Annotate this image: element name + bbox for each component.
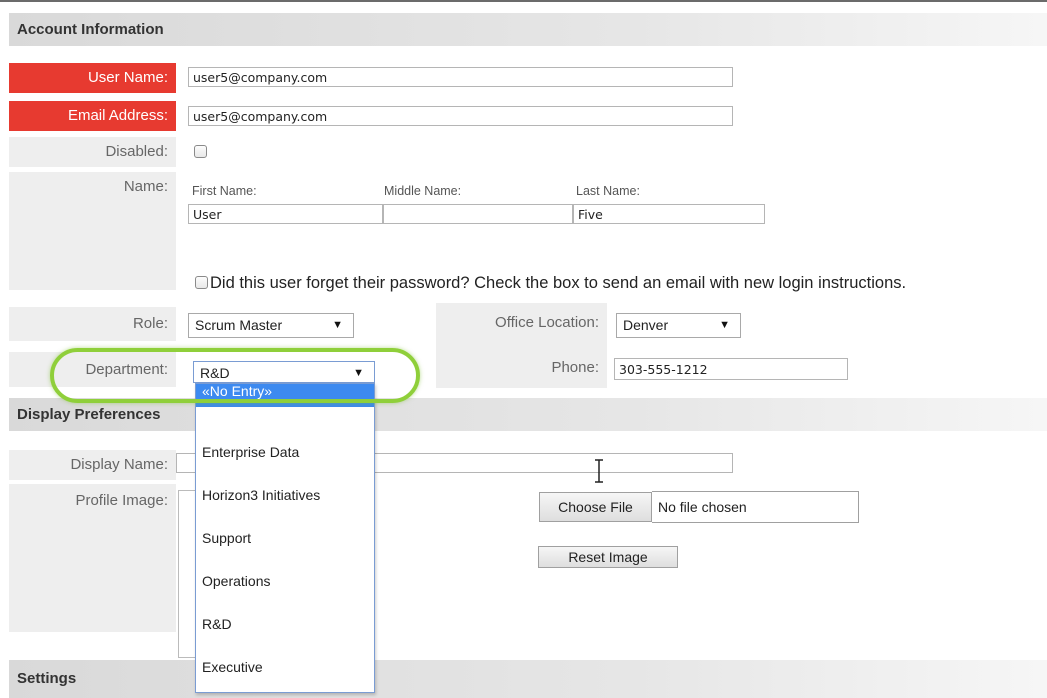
label-display-name: Display Name: (9, 450, 176, 480)
label-office-location: Office Location: (436, 303, 607, 348)
forgot-password-text: Did this user forget their password? Che… (210, 274, 907, 292)
department-option[interactable]: Executive (196, 646, 374, 689)
label-name: Name: (9, 172, 176, 290)
department-option[interactable]: Operations (196, 560, 374, 603)
chevron-down-icon: ▼ (353, 367, 364, 379)
label-department: Department: (9, 352, 176, 387)
text-cursor-icon (595, 459, 603, 483)
last-name-label: Last Name: (576, 184, 640, 198)
office-location-select[interactable]: Denver ▼ (616, 313, 741, 338)
window-top-border (0, 0, 1047, 2)
middle-name-label: Middle Name: (384, 184, 462, 198)
choose-file-button[interactable]: Choose File (539, 492, 652, 522)
disabled-checkbox[interactable] (194, 145, 207, 158)
office-location-value: Denver (623, 317, 669, 333)
label-user-name: User Name: (9, 63, 176, 93)
department-dropdown-list[interactable]: «No Entry» Enterprise Data Horizon3 Init… (195, 383, 375, 693)
section-header-display-preferences: Display Preferences (9, 398, 1047, 431)
department-option[interactable]: R&D (196, 603, 374, 646)
department-option[interactable]: Horizon3 Initiatives (196, 474, 374, 517)
profile-image-preview (178, 490, 196, 658)
section-header-settings: Settings (9, 660, 1047, 698)
file-name-display: No file chosen (652, 491, 859, 523)
first-name-label: First Name: (192, 184, 257, 198)
department-option[interactable]: «No Entry» (196, 384, 374, 407)
label-phone: Phone: (436, 348, 607, 388)
last-name-input[interactable]: Five (573, 204, 765, 224)
section-header-account: Account Information (9, 13, 1047, 46)
email-input[interactable]: user5@company.com (188, 106, 733, 126)
label-disabled: Disabled: (9, 137, 176, 167)
chevron-down-icon: ▼ (719, 319, 730, 331)
reset-image-button[interactable]: Reset Image (538, 546, 678, 568)
role-select[interactable]: Scrum Master ▼ (188, 313, 354, 338)
department-option[interactable]: Enterprise Data (196, 431, 374, 474)
chevron-down-icon: ▼ (332, 319, 343, 331)
department-option[interactable]: Support (196, 517, 374, 560)
label-email-address: Email Address: (9, 101, 176, 131)
label-profile-image: Profile Image: (9, 484, 176, 632)
user-name-input[interactable]: user5@company.com (188, 67, 733, 87)
role-value: Scrum Master (195, 317, 283, 333)
forgot-password-checkbox[interactable] (195, 276, 208, 289)
middle-name-input[interactable] (383, 204, 573, 224)
phone-input[interactable]: 303-555-1212 (614, 358, 848, 380)
department-select[interactable]: R&D ▼ (193, 361, 375, 383)
department-value: R&D (200, 365, 230, 381)
first-name-input[interactable]: User (188, 204, 383, 224)
label-role: Role: (9, 307, 176, 341)
